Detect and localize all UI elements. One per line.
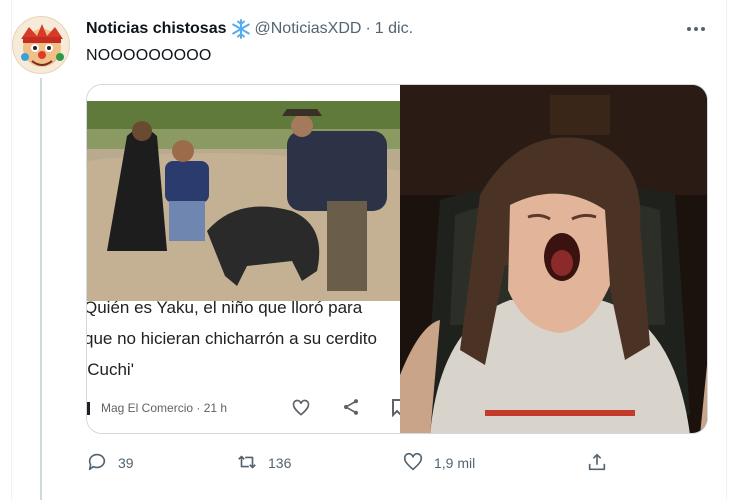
headline-line: que no hicieran chicharrón a su cerdito [87,329,377,348]
source-logo [87,402,90,415]
headline-line: 'Cuchi' [87,360,134,379]
snowflake-icon [231,19,251,39]
separator: · [365,20,371,37]
more-icon[interactable] [682,18,710,40]
retweet-icon [236,451,258,476]
like-button[interactable]: 1,9 mil [402,450,475,476]
tweet-date[interactable]: 1 dic. [375,20,413,38]
reply-count: 39 [118,455,134,471]
user-handle[interactable]: @NoticiasXDD [255,20,362,38]
reply-icon [86,451,108,476]
avatar[interactable] [12,16,70,74]
share-icon [586,451,608,476]
bookmark-icon [391,399,400,418]
heart-icon [402,451,424,476]
article-footer: Mag El Comercio · 21 h [87,395,400,421]
share-icon [341,397,361,417]
pig-photo [87,101,400,301]
tweet-text: NOOOOOOOOO [86,47,212,64]
right-border [726,0,730,500]
thread-line [40,78,42,500]
reply-button[interactable]: 39 [86,450,134,476]
left-border [0,0,12,500]
article-source: Mag El Comercio · 21 h [101,401,228,415]
reaction-image [400,85,707,433]
avatar-image [13,17,69,73]
display-name[interactable]: Noticias chistosas [86,20,227,38]
article-screenshot[interactable]: Quién es Yaku, el niño que lloró para qu… [87,85,400,433]
retweet-count: 136 [268,455,292,471]
tweet-media[interactable]: Quién es Yaku, el niño que lloró para qu… [86,84,708,434]
screaming-man-photo[interactable] [400,85,707,433]
tweet-header: Noticias chistosas @NoticiasXDD · 1 dic. [86,18,413,40]
article-headline[interactable]: Quién es Yaku, el niño que lloró para qu… [87,292,400,385]
heart-icon [291,398,311,418]
retweet-button[interactable]: 136 [236,450,291,476]
tweet-actions: 39 136 1,9 mil [86,450,626,476]
headline-line: Quién es Yaku, el niño que lloró para [87,298,363,317]
share-button[interactable] [586,450,608,476]
like-count: 1,9 mil [434,455,476,471]
